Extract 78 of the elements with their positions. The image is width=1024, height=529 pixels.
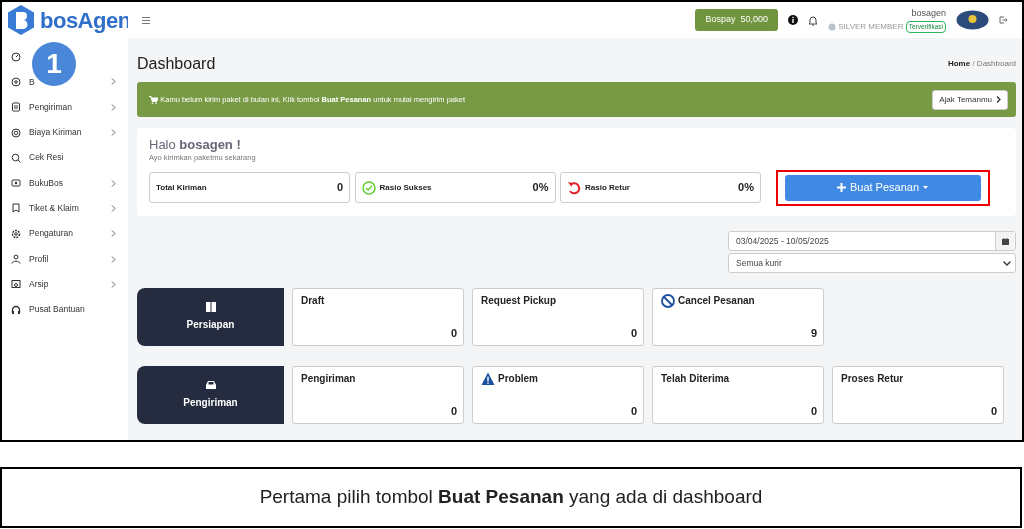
sidebar-item[interactable]: BukuBos (2, 170, 128, 196)
courier-select[interactable]: Semua kurir (728, 253, 1016, 274)
breadcrumb-separator: / (972, 58, 975, 70)
caret-down-icon (923, 186, 929, 190)
status-card[interactable]: Problem 0 (472, 366, 644, 425)
status-card[interactable]: Telah Diterima 0 (652, 366, 824, 425)
username-label: bosagen (911, 7, 946, 21)
breadcrumb-link[interactable]: Home (947, 58, 971, 70)
plus-icon (836, 183, 846, 193)
greeting-title: Halo bosagen ! (149, 138, 242, 153)
ticket-icon (11, 203, 21, 214)
member-level-label: SILVER MEMBER (838, 20, 904, 33)
warning-icon (481, 371, 495, 386)
sidebar-item[interactable]: Tiket & Klaim (2, 195, 128, 222)
wallet-icon (11, 178, 21, 189)
stat-label: Rasio Sukses (379, 181, 432, 194)
target-icon (11, 127, 21, 138)
search-icon (11, 152, 21, 163)
sidebar-item[interactable]: Pengiriman (2, 94, 128, 120)
avatar-icon (956, 10, 989, 30)
status-count: 0 (989, 403, 997, 419)
status-count: 0 (809, 403, 817, 419)
medal-icon (828, 22, 836, 31)
stat-label: Rasio Retur (585, 181, 630, 194)
bell-icon[interactable] (808, 14, 818, 26)
list-icon (11, 102, 21, 113)
archive-icon (11, 279, 21, 290)
stat-value: 0% (738, 180, 754, 196)
info-icon (788, 15, 798, 25)
check-circle-icon (361, 180, 376, 195)
status-count: 9 (809, 325, 817, 341)
status-count: 0 (449, 403, 457, 419)
status-count: 0 (629, 325, 637, 341)
status-card[interactable]: Request Pickup 0 (472, 288, 644, 347)
section-title: Pengiriman (183, 396, 238, 411)
status-card[interactable]: Cancel Pesanan 9 (652, 288, 824, 347)
sidebar-item[interactable]: Arsip (2, 271, 128, 297)
invite-friends-button[interactable]: Ajak Temanmu (932, 89, 1008, 110)
date-range-field[interactable]: 03/04/2025 - 10/05/2025 (728, 231, 1016, 251)
prohibited-icon (661, 293, 675, 308)
status-label: Proses Retur (841, 372, 904, 387)
create-order-button[interactable]: Buat Pesanan (784, 174, 981, 201)
gear-icon (11, 228, 21, 239)
page-title: Dashboard (137, 54, 216, 74)
sidebar-item[interactable]: Biaya Kiriman (2, 119, 128, 146)
status-card[interactable]: Pengiriman 0 (292, 366, 464, 425)
status-label: Draft (301, 294, 325, 309)
sidebar-item[interactable]: Profil (2, 246, 128, 272)
caption-text: Pertama pilih tombol Buat Pesanan yang ada di dashboard (259, 485, 763, 510)
sidebar-item[interactable]: Cek Resi (2, 145, 128, 171)
chevron-right-icon (996, 96, 1001, 103)
stat-value: 0 (336, 180, 343, 196)
status-card[interactable]: Draft 0 (292, 288, 464, 347)
status-count: 0 (449, 325, 457, 341)
headset-icon (11, 304, 21, 315)
status-label: Problem (498, 372, 538, 387)
menu-icon (142, 16, 150, 24)
status-label: Cancel Pesanan (678, 294, 755, 309)
status-card[interactable]: Proses Retur 0 (832, 366, 1004, 425)
gauge-icon[interactable] (11, 51, 21, 62)
status-label: Telah Diterima (661, 372, 730, 387)
cart-icon (149, 95, 158, 104)
logout-icon[interactable] (999, 16, 1008, 24)
plus-circle-icon (11, 76, 21, 87)
status-label: Request Pickup (481, 294, 557, 309)
person-icon (11, 254, 21, 264)
breadcrumb-current: Dashboard (976, 58, 1016, 70)
stat-value: 0% (532, 180, 549, 196)
sidebar-item[interactable]: Pengaturan (2, 221, 128, 247)
status-count: 0 (629, 403, 637, 419)
stat-label: Total Kiriman (156, 181, 207, 194)
undo-arrow-icon (567, 180, 581, 195)
sidebar-item[interactable]: Pusat Bantuan (2, 296, 128, 323)
logo-text: bosAgen (40, 6, 131, 35)
chevron-down-icon (1003, 260, 1011, 266)
section-title: Persiapan (186, 318, 235, 333)
calendar-icon (1002, 237, 1009, 245)
status-label: Pengiriman (301, 372, 356, 387)
